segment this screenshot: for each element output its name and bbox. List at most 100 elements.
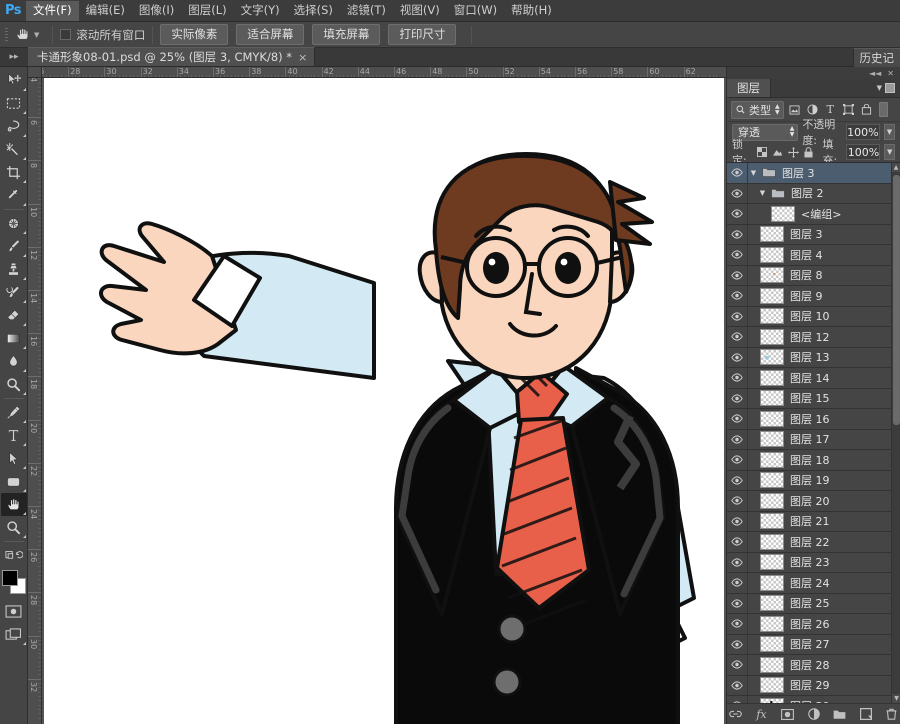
filter-type-select[interactable]: 类型 ▲ ▼: [731, 100, 784, 119]
layer-thumbnail[interactable]: [760, 328, 784, 345]
delete-layer-button[interactable]: [885, 707, 899, 722]
menu-view[interactable]: 视图(V): [393, 1, 447, 21]
scroll-up-icon[interactable]: ▲: [892, 163, 900, 172]
menu-file[interactable]: 文件(F): [26, 0, 79, 21]
layer-row[interactable]: 图层 28: [727, 655, 891, 676]
marquee-tool[interactable]: [1, 92, 27, 115]
add-mask-button[interactable]: [781, 707, 795, 722]
eye-icon[interactable]: [727, 429, 748, 449]
screen-mode-icon[interactable]: [1, 623, 27, 646]
actual-pixels-button[interactable]: 实际像素: [160, 24, 229, 45]
collapse-panels-icon[interactable]: ▸▸: [0, 47, 28, 66]
layer-row[interactable]: 图层 13: [727, 347, 891, 368]
eye-icon[interactable]: [727, 634, 748, 654]
layer-row[interactable]: 图层 16: [727, 409, 891, 430]
layer-thumbnail[interactable]: [760, 451, 784, 468]
layer-row[interactable]: 图层 17: [727, 429, 891, 450]
chevron-down-icon[interactable]: ▼: [877, 84, 882, 92]
chevron-down-icon[interactable]: ▼: [757, 189, 768, 197]
edit-toolbar-button[interactable]: [1, 544, 27, 567]
tab-layers[interactable]: 图层: [727, 79, 771, 97]
shape-filter-icon[interactable]: [841, 101, 856, 119]
fit-screen-button[interactable]: 适合屏幕: [236, 24, 305, 45]
checkbox-box[interactable]: [60, 29, 72, 40]
lock-all-icon[interactable]: [803, 144, 815, 160]
clone-stamp-tool[interactable]: [1, 258, 27, 281]
layer-row[interactable]: 图层 14: [727, 368, 891, 389]
layer-row[interactable]: 图层 29: [727, 675, 891, 696]
layer-thumbnail[interactable]: [760, 431, 784, 448]
panel-menu-button[interactable]: ▼: [877, 79, 900, 97]
eye-icon[interactable]: [727, 347, 748, 367]
menu-edit[interactable]: 编辑(E): [79, 1, 132, 21]
hand-tool[interactable]: [0, 493, 27, 516]
layer-list-scrollbar[interactable]: ▲ ▼: [891, 163, 900, 703]
layer-row[interactable]: 图层 20: [727, 491, 891, 512]
foreground-color-swatch[interactable]: [1, 570, 18, 586]
color-swatches[interactable]: [1, 570, 27, 596]
layer-row[interactable]: 图层 4: [727, 245, 891, 266]
eye-icon[interactable]: [727, 655, 748, 675]
eye-icon[interactable]: [727, 327, 748, 347]
new-group-button[interactable]: [833, 707, 847, 722]
link-layers-button[interactable]: [729, 707, 743, 722]
layer-thumbnail[interactable]: [760, 677, 784, 694]
blur-drop-icon[interactable]: [1, 350, 27, 373]
updown-chevron-icon[interactable]: ▲ ▼: [775, 103, 780, 116]
close-icon[interactable]: ×: [298, 51, 307, 64]
layer-row[interactable]: 图层 3: [727, 224, 891, 245]
canvas-area[interactable]: [42, 78, 726, 724]
healing-brush-tool[interactable]: [1, 212, 27, 235]
layer-row[interactable]: 图层 23: [727, 552, 891, 573]
menu-image[interactable]: 图像(I): [132, 1, 181, 21]
horizontal-ruler[interactable]: 26283032343638404244464850525456586062: [42, 67, 726, 78]
menu-type[interactable]: 文字(Y): [234, 1, 287, 21]
layer-row[interactable]: <编组>: [727, 204, 891, 225]
collapse-icon[interactable]: ◄◄: [869, 69, 881, 78]
eye-icon[interactable]: [727, 224, 748, 244]
options-bar-grip[interactable]: [3, 25, 10, 45]
lock-position-icon[interactable]: [787, 144, 799, 160]
layer-thumbnail[interactable]: [760, 595, 784, 612]
eye-icon[interactable]: [727, 245, 748, 265]
eye-icon[interactable]: [727, 183, 748, 203]
layer-thumbnail[interactable]: [771, 205, 795, 222]
chevron-down-icon[interactable]: ▼: [748, 169, 759, 177]
layer-row[interactable]: 图层 22: [727, 532, 891, 553]
layer-thumbnail[interactable]: [760, 472, 784, 489]
fill-value[interactable]: 100%: [846, 144, 881, 160]
layer-row[interactable]: 图层 30: [727, 696, 891, 703]
menu-window[interactable]: 窗口(W): [447, 1, 504, 21]
eye-icon[interactable]: [727, 552, 748, 572]
eye-icon[interactable]: [727, 573, 748, 593]
close-panel-icon[interactable]: ✕: [887, 69, 894, 78]
layer-thumbnail[interactable]: [760, 369, 784, 386]
eye-icon[interactable]: [727, 675, 748, 695]
layer-row[interactable]: 图层 25: [727, 593, 891, 614]
lock-transparent-icon[interactable]: [756, 144, 768, 160]
layer-row[interactable]: 图层 8: [727, 265, 891, 286]
layer-thumbnail[interactable]: [760, 656, 784, 673]
magic-wand-tool[interactable]: [1, 138, 27, 161]
eye-icon[interactable]: [727, 614, 748, 634]
eye-icon[interactable]: [727, 491, 748, 511]
vertical-ruler[interactable]: 4 6 8 10 12 14 16 18 20 22 24 26 28 30 32: [28, 78, 42, 724]
layer-row[interactable]: 图层 15: [727, 388, 891, 409]
eye-icon[interactable]: [727, 306, 748, 326]
layer-thumbnail[interactable]: [760, 533, 784, 550]
move-tool[interactable]: [1, 69, 27, 92]
layer-row[interactable]: 图层 27: [727, 634, 891, 655]
fill-screen-button[interactable]: 填充屏幕: [312, 24, 381, 45]
pen-tool[interactable]: [1, 401, 27, 424]
menu-filter[interactable]: 滤镜(T): [340, 1, 393, 21]
adjustment-layer-button[interactable]: [807, 707, 821, 722]
layer-row[interactable]: 图层 10: [727, 306, 891, 327]
path-selection-tool[interactable]: [1, 447, 27, 470]
eye-icon[interactable]: [727, 593, 748, 613]
eye-icon[interactable]: [727, 409, 748, 429]
layer-thumbnail[interactable]: [760, 492, 784, 509]
tab-history[interactable]: 历史记: [852, 48, 900, 67]
eye-icon[interactable]: [727, 450, 748, 470]
layer-row[interactable]: 图层 19: [727, 470, 891, 491]
crop-tool[interactable]: [1, 161, 27, 184]
